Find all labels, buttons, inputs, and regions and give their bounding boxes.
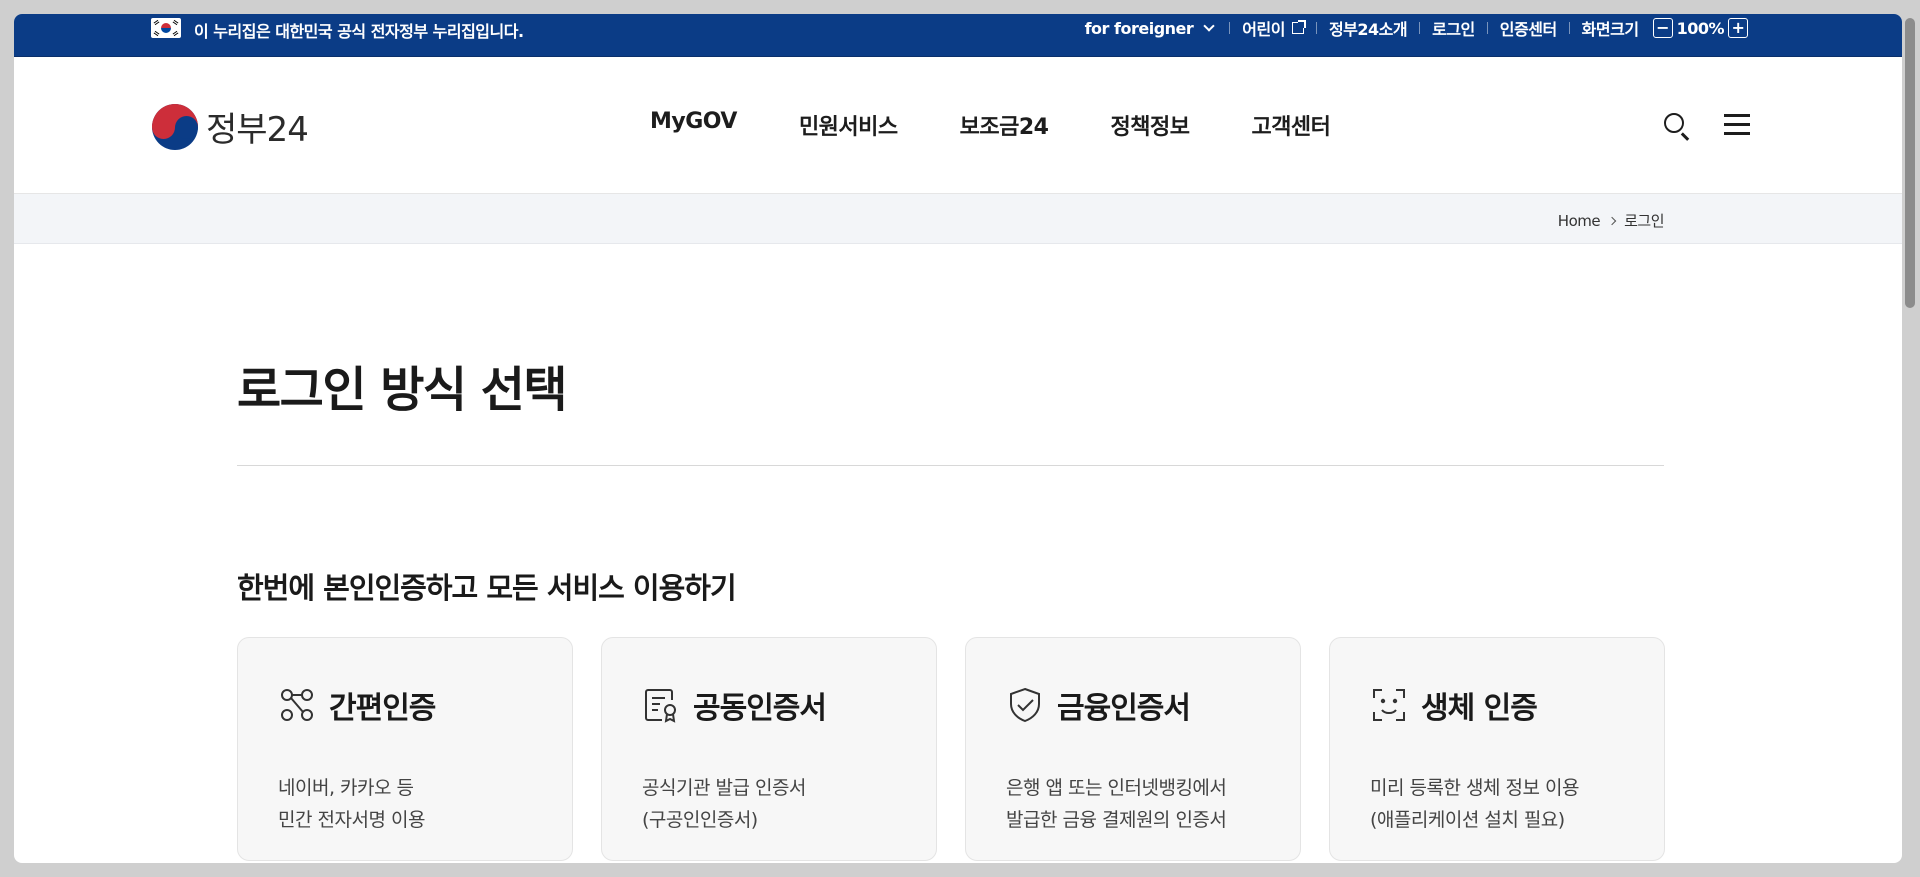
login-link[interactable]: 로그인 [1432,16,1475,40]
zoom-label: 화면크기 [1581,20,1639,39]
cert-center-link[interactable]: 인증센터 [1500,16,1557,40]
card-description: 미리 등록한 생체 정보 이용 (애플리케이션 설치 필요) [1370,772,1579,836]
card-desc-line: 은행 앱 또는 인터넷뱅킹에서 [1006,777,1227,799]
card-desc-line: (애플리케이션 설치 필요) [1370,809,1565,831]
utility-nav: for foreigner 어린이 정부24소개 로그인 인증센터 화면크기 −… [1085,14,1752,42]
all-menu-button[interactable] [1724,113,1752,137]
login-method-cards: 간편인증 네이버, 카카오 등 민간 전자서명 이용 공동인증서 공식기관 발급… [237,637,1665,861]
gov-notice-text[interactable]: 이 누리집은 대한민국 공식 전자정부 누리집입니다. [194,18,524,42]
card-description: 네이버, 카카오 등 민간 전자서명 이용 [278,772,425,836]
nav-item-policy-info[interactable]: 정책정보 [1110,109,1189,141]
card-desc-line: 발급한 금융 결제원의 인증서 [1006,809,1227,831]
certificate-icon [645,689,676,723]
card-description: 공식기관 발급 인증서 (구공인인증서) [642,772,806,836]
face-scan-icon [1373,689,1405,721]
nav-item-mygov[interactable]: MyGOV [650,109,737,141]
simple-auth-icon [281,689,313,721]
search-button[interactable] [1662,111,1692,141]
browser-viewport: 이 누리집은 대한민국 공식 전자정부 누리집입니다. for foreigne… [14,14,1902,863]
external-link-icon [1291,20,1306,34]
card-title: 생체 인증 [1421,691,1538,726]
divider [1486,22,1488,34]
card-joint-certificate[interactable]: 공동인증서 공식기관 발급 인증서 (구공인인증서) [601,637,937,861]
gov-notice-bar: 이 누리집은 대한민국 공식 전자정부 누리집입니다. for foreigne… [14,14,1902,57]
card-desc-line: 공식기관 발급 인증서 [642,777,806,799]
title-divider [237,465,1664,466]
zoom-in-button[interactable]: + [1728,18,1748,38]
page-title: 로그인 방식 선택 [237,362,568,418]
chevron-down-icon [1203,20,1215,32]
gov24-logo[interactable]: 정부24 [152,102,309,151]
site-header: 정부24 MyGOV 민원서비스 보조금24 정책정보 고객센터 [14,57,1902,194]
nav-item-civil-service[interactable]: 민원서비스 [799,109,898,141]
divider [1229,22,1231,34]
card-desc-line: 네이버, 카카오 등 [278,777,414,799]
section-title: 한번에 본인인증하고 모든 서비스 이용하기 [237,571,737,605]
card-desc-line: 미리 등록한 생체 정보 이용 [1370,777,1579,799]
vertical-scrollbar[interactable] [1902,14,1918,863]
for-foreigner-dropdown[interactable]: for foreigner [1085,19,1218,38]
card-title: 간편인증 [329,691,436,726]
card-title: 금융인증서 [1057,691,1191,726]
divider [1568,22,1570,34]
kids-label: 어린이 [1242,20,1285,39]
card-biometric-auth[interactable]: 생체 인증 미리 등록한 생체 정보 이용 (애플리케이션 설치 필요) [1329,637,1665,861]
scrollbar-thumb[interactable] [1905,18,1915,308]
gov-emblem-icon [152,103,198,150]
nav-item-customer-center[interactable]: 고객센터 [1251,109,1330,141]
chevron-right-icon [1607,216,1617,225]
main-nav: MyGOV 민원서비스 보조금24 정책정보 고객센터 [650,109,1392,141]
nav-item-subsidy24[interactable]: 보조금24 [960,109,1049,141]
for-foreigner-label: for foreigner [1084,18,1194,38]
card-description: 은행 앱 또는 인터넷뱅킹에서 발급한 금융 결제원의 인증서 [1006,772,1227,836]
card-financial-certificate[interactable]: 금융인증서 은행 앱 또는 인터넷뱅킹에서 발급한 금융 결제원의 인증서 [965,637,1301,861]
about-link[interactable]: 정부24소개 [1329,16,1408,40]
divider [1419,22,1421,34]
card-simple-auth[interactable]: 간편인증 네이버, 카카오 등 민간 전자서명 이용 [237,637,573,861]
zoom-value: 100% [1676,18,1725,38]
divider [1315,22,1317,34]
card-desc-line: (구공인인증서) [642,809,758,831]
breadcrumb-current: 로그인 [1624,212,1664,230]
card-desc-line: 민간 전자서명 이용 [278,809,425,831]
breadcrumb-bar: Home 로그인 [14,194,1902,244]
korea-flag-icon [151,18,181,38]
card-title: 공동인증서 [693,691,827,726]
zoom-out-button[interactable]: − [1652,18,1673,38]
breadcrumb-home[interactable]: Home [1558,212,1601,230]
breadcrumb: Home 로그인 [1558,210,1665,231]
shield-check-icon [1010,687,1040,723]
kids-link[interactable]: 어린이 [1242,16,1306,40]
logo-text: 정부24 [206,110,309,150]
